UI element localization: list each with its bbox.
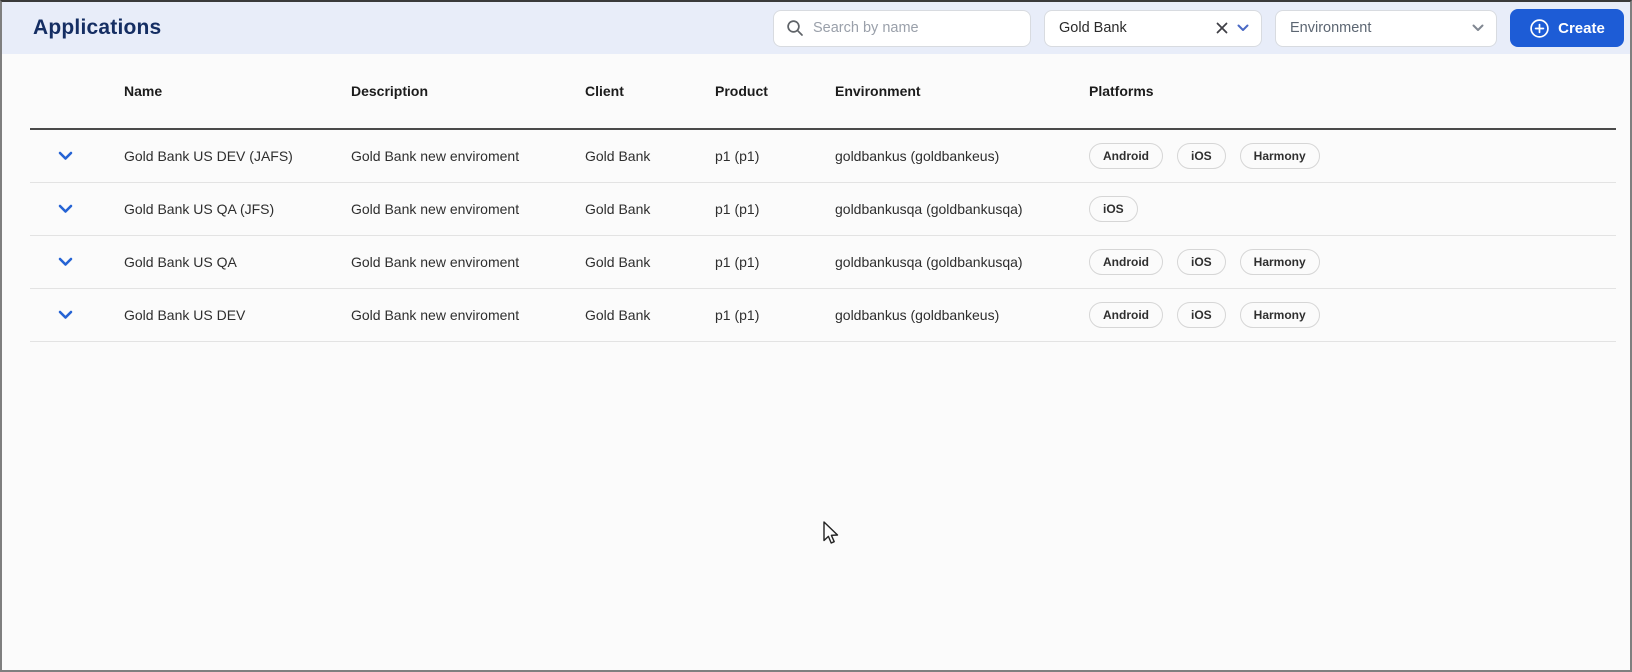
cell-description: Gold Bank new enviroment: [351, 254, 520, 270]
cell-description: Gold Bank new enviroment: [351, 148, 520, 164]
platform-badge: Harmony: [1239, 143, 1320, 169]
cell-platforms: Android iOS Harmony: [1089, 143, 1616, 169]
platform-badge: Android: [1089, 143, 1163, 169]
cell-client: Gold Bank: [585, 148, 651, 164]
cell-client: Gold Bank: [585, 307, 651, 323]
page-header: Applications Gold Bank Environment: [2, 2, 1630, 54]
table-row: Gold Bank US DEV Gold Bank new enviromen…: [30, 289, 1616, 342]
column-header-platforms: Platforms: [1089, 83, 1154, 99]
cell-product: p1 (p1): [715, 254, 760, 270]
cell-environment: goldbankus (goldbankeus): [835, 148, 1000, 164]
table-row: Gold Bank US QA Gold Bank new enviroment…: [30, 236, 1616, 289]
platform-badge: Harmony: [1239, 302, 1320, 328]
column-header-environment: Environment: [835, 83, 921, 99]
platform-badge: Android: [1089, 249, 1163, 275]
cell-product: p1 (p1): [715, 148, 760, 164]
client-filter-select[interactable]: Gold Bank: [1044, 9, 1262, 47]
cell-client: Gold Bank: [585, 201, 651, 217]
cell-client: Gold Bank: [585, 254, 651, 270]
platform-badge: iOS: [1089, 196, 1138, 222]
header-controls: Gold Bank Environment: [773, 9, 1624, 47]
cell-product: p1 (p1): [715, 201, 760, 217]
table-body: Gold Bank US DEV (JAFS) Gold Bank new en…: [30, 130, 1616, 342]
create-button-label: Create: [1558, 19, 1605, 37]
search-input[interactable]: [813, 20, 1020, 36]
table-row: Gold Bank US DEV (JAFS) Gold Bank new en…: [30, 130, 1616, 183]
plus-icon: [1530, 18, 1549, 38]
mouse-cursor: [823, 521, 839, 544]
column-header-name: Name: [124, 83, 163, 99]
page-title: Applications: [33, 16, 162, 39]
column-header-description: Description: [351, 83, 429, 99]
expand-row-chevron-icon[interactable]: [58, 310, 73, 320]
expand-row-chevron-icon[interactable]: [58, 257, 73, 267]
clear-icon[interactable]: [1215, 21, 1229, 35]
cell-name: Gold Bank US DEV (JAFS): [124, 148, 293, 164]
platform-badge: Android: [1089, 302, 1163, 328]
platform-badge: Harmony: [1239, 249, 1320, 275]
cell-product: p1 (p1): [715, 307, 760, 323]
cell-description: Gold Bank new enviroment: [351, 307, 520, 323]
environment-filter-select[interactable]: Environment: [1275, 9, 1497, 47]
search-icon: [787, 20, 803, 36]
chevron-down-icon[interactable]: [1237, 24, 1249, 32]
table-row: Gold Bank US QA (JFS) Gold Bank new envi…: [30, 183, 1616, 236]
cell-environment: goldbankus (goldbankeus): [835, 307, 1000, 323]
chevron-down-icon[interactable]: [1472, 24, 1484, 32]
column-header-client: Client: [585, 83, 624, 99]
cell-name: Gold Bank US DEV: [124, 307, 246, 323]
cell-name: Gold Bank US QA (JFS): [124, 201, 275, 217]
platform-badge: iOS: [1177, 302, 1226, 328]
cell-environment: goldbankusqa (goldbankusqa): [835, 201, 1023, 217]
table-header-row: Name Description Client Product Environm…: [30, 54, 1616, 130]
cell-platforms: iOS: [1089, 196, 1616, 222]
column-header-product: Product: [715, 83, 768, 99]
cell-environment: goldbankusqa (goldbankusqa): [835, 254, 1023, 270]
create-button[interactable]: Create: [1510, 9, 1624, 47]
environment-filter-placeholder: Environment: [1290, 20, 1372, 36]
expand-row-chevron-icon[interactable]: [58, 151, 73, 161]
cell-description: Gold Bank new enviroment: [351, 201, 520, 217]
cell-platforms: Android iOS Harmony: [1089, 249, 1616, 275]
expand-row-chevron-icon[interactable]: [58, 204, 73, 214]
cell-name: Gold Bank US QA: [124, 254, 237, 270]
applications-table: Name Description Client Product Environm…: [30, 54, 1616, 342]
cell-platforms: Android iOS Harmony: [1089, 302, 1616, 328]
search-by-name-box: [773, 9, 1031, 47]
client-filter-value: Gold Bank: [1059, 20, 1127, 36]
platform-badge: iOS: [1177, 143, 1226, 169]
platform-badge: iOS: [1177, 249, 1226, 275]
applications-page: { "header": { "title": "Applications", "…: [0, 0, 1632, 672]
